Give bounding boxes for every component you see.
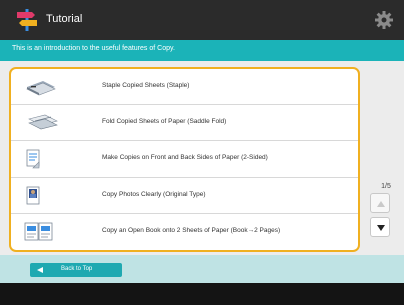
left-triangle-icon [37,267,43,273]
gear-icon[interactable] [374,10,394,30]
list-item-saddle-fold[interactable]: Fold Copied Sheets of Paper (Saddle Fold… [11,105,358,142]
list-item-book-two-pages[interactable]: Copy an Open Book onto 2 Sheets of Paper… [11,214,358,250]
staple-icon [26,81,56,96]
feature-list: Staple Copied Sheets (Staple) Fold Copie… [9,67,360,252]
two-sided-icon [26,149,40,169]
scroll-down-button[interactable] [370,217,390,237]
title-bar: Tutorial [0,0,404,40]
list-item-label: Make Copies on Front and Back Sides of P… [102,154,268,162]
list-item-label: Copy an Open Book onto 2 Sheets of Paper… [102,226,281,234]
photo-original-icon [26,186,40,204]
list-item-original-type[interactable]: Copy Photos Clearly (Original Type) [11,178,358,214]
page-indicator: 1/5 [381,183,391,190]
book-two-pages-icon [24,222,53,241]
saddle-fold-icon [28,114,58,130]
page-title: Tutorial [46,13,83,25]
list-item-label: Staple Copied Sheets (Staple) [102,82,190,89]
signpost-icon [17,9,37,31]
info-banner: This is an introduction to the useful fe… [0,40,404,61]
triangle-down-icon [377,225,385,231]
list-item-label: Copy Photos Clearly (Original Type) [102,190,206,198]
list-item-label: Fold Copied Sheets of Paper (Saddle Fold… [102,118,227,126]
list-item-staple[interactable]: Staple Copied Sheets (Staple) [11,69,358,106]
list-item-two-sided[interactable]: Make Copies on Front and Back Sides of P… [11,141,358,178]
triangle-up-icon [377,201,385,207]
footer-strip [0,283,404,305]
back-to-top-button[interactable]: Back to Top [30,263,122,277]
banner-text: This is an introduction to the useful fe… [12,45,175,52]
scroll-up-button[interactable] [370,193,390,213]
back-to-top-label: Back to Top [61,266,93,272]
